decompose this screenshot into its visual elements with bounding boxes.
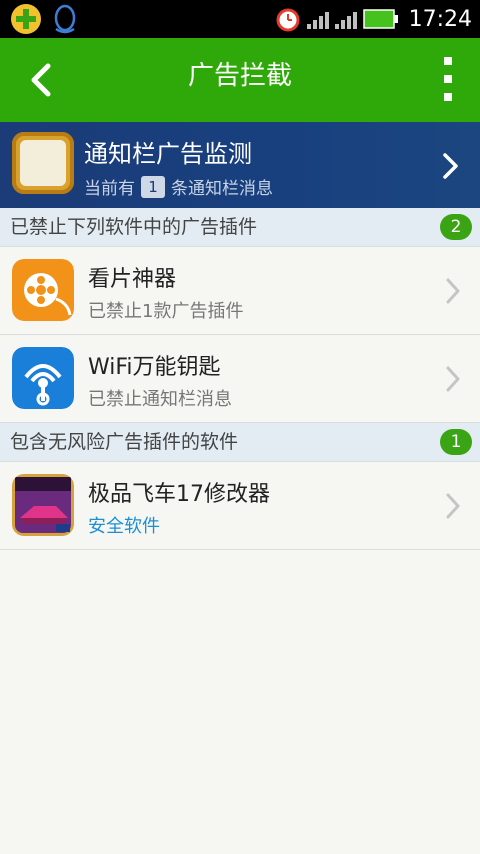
- banner-subtitle: 当前有 1 条通知栏消息: [84, 174, 273, 199]
- clock-time: 17:24: [408, 6, 472, 32]
- count-badge: 1: [440, 429, 472, 455]
- status-bar: 17:24: [0, 0, 480, 38]
- app-name: WiFi万能钥匙: [88, 355, 221, 380]
- notification-count: 1: [141, 175, 165, 198]
- signal-icon: [334, 9, 357, 29]
- page-title: 广告拦截: [187, 61, 292, 91]
- app-name: 极品飞车17修改器: [88, 482, 270, 507]
- app-name: 看片神器: [88, 267, 177, 292]
- banner-sub-prefix: 当前有: [84, 179, 135, 199]
- video-reel-icon: [12, 259, 74, 321]
- battery-icon: [362, 9, 398, 29]
- racing-game-icon: [12, 474, 74, 536]
- qq-penguin-icon: [54, 4, 76, 34]
- list-item[interactable]: 极品飞车17修改器 安全软件: [0, 462, 480, 550]
- banner-title: 通知栏广告监测: [84, 140, 252, 168]
- notification-app-icon: [12, 132, 74, 194]
- section-header-blocked: 已禁止下列软件中的广告插件 2: [0, 208, 480, 247]
- plus-app-icon: [11, 4, 41, 34]
- section-label: 已禁止下列软件中的广告插件: [10, 216, 258, 238]
- chevron-right-icon: [446, 366, 460, 392]
- chevron-right-icon: [443, 153, 458, 179]
- alarm-clock-icon: [276, 8, 300, 32]
- overflow-menu-icon[interactable]: [438, 54, 458, 104]
- count-badge: 2: [440, 214, 472, 240]
- list-item[interactable]: 看片神器 已禁止1款广告插件: [0, 247, 480, 335]
- app-status: 已禁止通知栏消息: [88, 389, 232, 410]
- section-header-safe: 包含无风险广告插件的软件 1: [0, 423, 480, 462]
- chevron-right-icon: [446, 493, 460, 519]
- chevron-right-icon: [446, 278, 460, 304]
- banner-sub-suffix: 条通知栏消息: [171, 179, 273, 199]
- list-item[interactable]: WiFi万能钥匙 已禁止通知栏消息: [0, 335, 480, 423]
- signal-icon: [306, 9, 329, 29]
- wifi-key-icon: [12, 347, 74, 409]
- notification-monitor-banner[interactable]: 通知栏广告监测 当前有 1 条通知栏消息: [0, 122, 480, 208]
- app-bar: 广告拦截: [0, 38, 480, 122]
- app-status: 已禁止1款广告插件: [88, 301, 244, 322]
- section-label: 包含无风险广告插件的软件: [10, 431, 239, 453]
- app-status: 安全软件: [88, 516, 160, 537]
